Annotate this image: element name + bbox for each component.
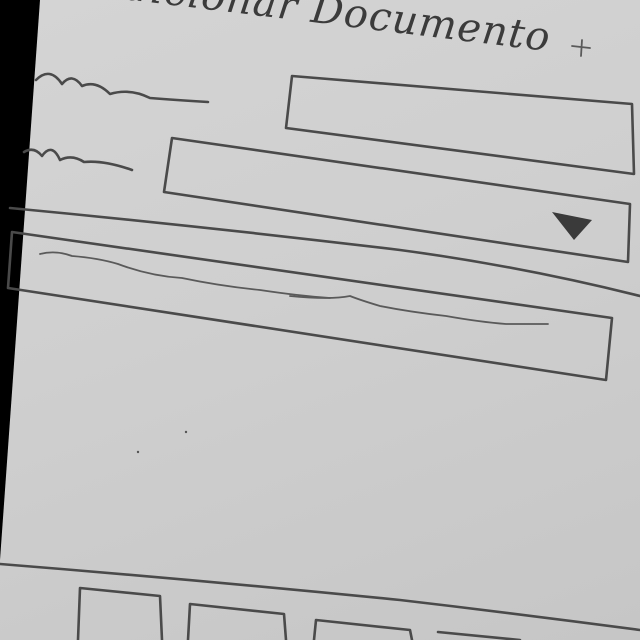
form-title: Adicionar Documento — [88, 0, 553, 61]
tab-button-3[interactable] — [312, 618, 414, 640]
name-input[interactable] — [284, 74, 636, 176]
cursor-mark — [571, 39, 591, 57]
screen: Adicionar Documento — [0, 0, 640, 640]
page-title: Adicionar Documento — [88, 0, 553, 61]
tab-button-2[interactable] — [186, 602, 288, 640]
speck — [184, 430, 188, 434]
tab-button-4[interactable] — [436, 630, 522, 640]
tab-button-1[interactable] — [76, 586, 164, 640]
triangle-down-icon[interactable] — [552, 212, 592, 240]
label-squiggle-type — [22, 148, 134, 172]
placeholder-squiggle-2 — [289, 295, 549, 325]
label-squiggle-name — [34, 72, 210, 104]
divider-line — [8, 206, 640, 298]
sketch-form: Adicionar Documento — [0, 0, 640, 640]
description-textarea[interactable] — [6, 230, 614, 382]
type-select[interactable] — [162, 136, 632, 264]
placeholder-squiggle-1 — [39, 251, 331, 299]
speck — [136, 450, 140, 454]
